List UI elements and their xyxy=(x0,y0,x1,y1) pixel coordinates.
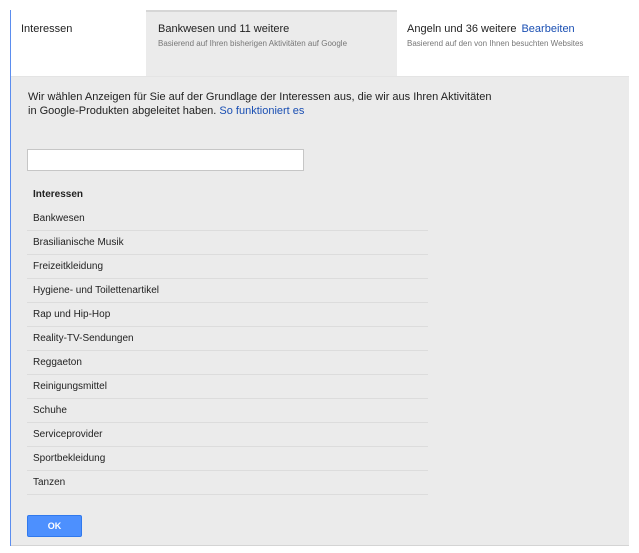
list-item[interactable]: Freizeitkleidung xyxy=(27,255,428,279)
tab-title-row: Angeln und 36 weitere Bearbeiten xyxy=(407,22,629,36)
tab-subtitle: Basierend auf den von Ihnen besuchten We… xyxy=(407,39,584,48)
ad-settings-panel: Interessen Bankwesen und 11 weitere Basi… xyxy=(10,10,629,546)
how-it-works-link[interactable]: So funktioniert es xyxy=(219,105,304,117)
edit-link[interactable]: Bearbeiten xyxy=(521,23,574,35)
tab-interests[interactable]: Interessen xyxy=(11,10,146,76)
list-item[interactable]: Bankwesen xyxy=(27,207,428,231)
interest-filter-input[interactable] xyxy=(27,149,304,171)
tab-title: Angeln und 36 weitere xyxy=(407,23,517,35)
list-item[interactable]: Sportbekleidung xyxy=(27,447,428,471)
interests-list: Interessen Bankwesen Brasilianische Musi… xyxy=(27,183,428,495)
interests-content: Wir wählen Anzeigen für Sie auf der Grun… xyxy=(11,77,629,546)
tab-visited-websites[interactable]: Angeln und 36 weitere Bearbeiten Basieren… xyxy=(397,10,629,76)
list-header: Interessen xyxy=(33,189,84,200)
list-item[interactable]: Reality-TV-Sendungen xyxy=(27,327,428,351)
list-item[interactable]: Serviceprovider xyxy=(27,423,428,447)
list-item[interactable]: Brasilianische Musik xyxy=(27,231,428,255)
tab-google-activity[interactable]: Bankwesen und 11 weitere Basierend auf I… xyxy=(146,10,397,76)
ok-button[interactable]: OK xyxy=(27,515,82,537)
list-item[interactable]: Hygiene- und Toilettenartikel xyxy=(27,279,428,303)
list-item[interactable]: Rap und Hip-Hop xyxy=(27,303,428,327)
intro-text: Wir wählen Anzeigen für Sie auf der Grun… xyxy=(28,90,498,118)
tab-subtitle: Basierend auf Ihren bisherigen Aktivität… xyxy=(158,39,348,48)
tab-bar: Interessen Bankwesen und 11 weitere Basi… xyxy=(11,10,629,77)
list-item[interactable]: Tanzen xyxy=(27,471,428,495)
tab-title: Bankwesen und 11 weitere xyxy=(158,23,290,35)
tab-title: Interessen xyxy=(21,23,73,35)
list-item[interactable]: Schuhe xyxy=(27,399,428,423)
list-item[interactable]: Reggaeton xyxy=(27,351,428,375)
list-item[interactable]: Reinigungsmittel xyxy=(27,375,428,399)
